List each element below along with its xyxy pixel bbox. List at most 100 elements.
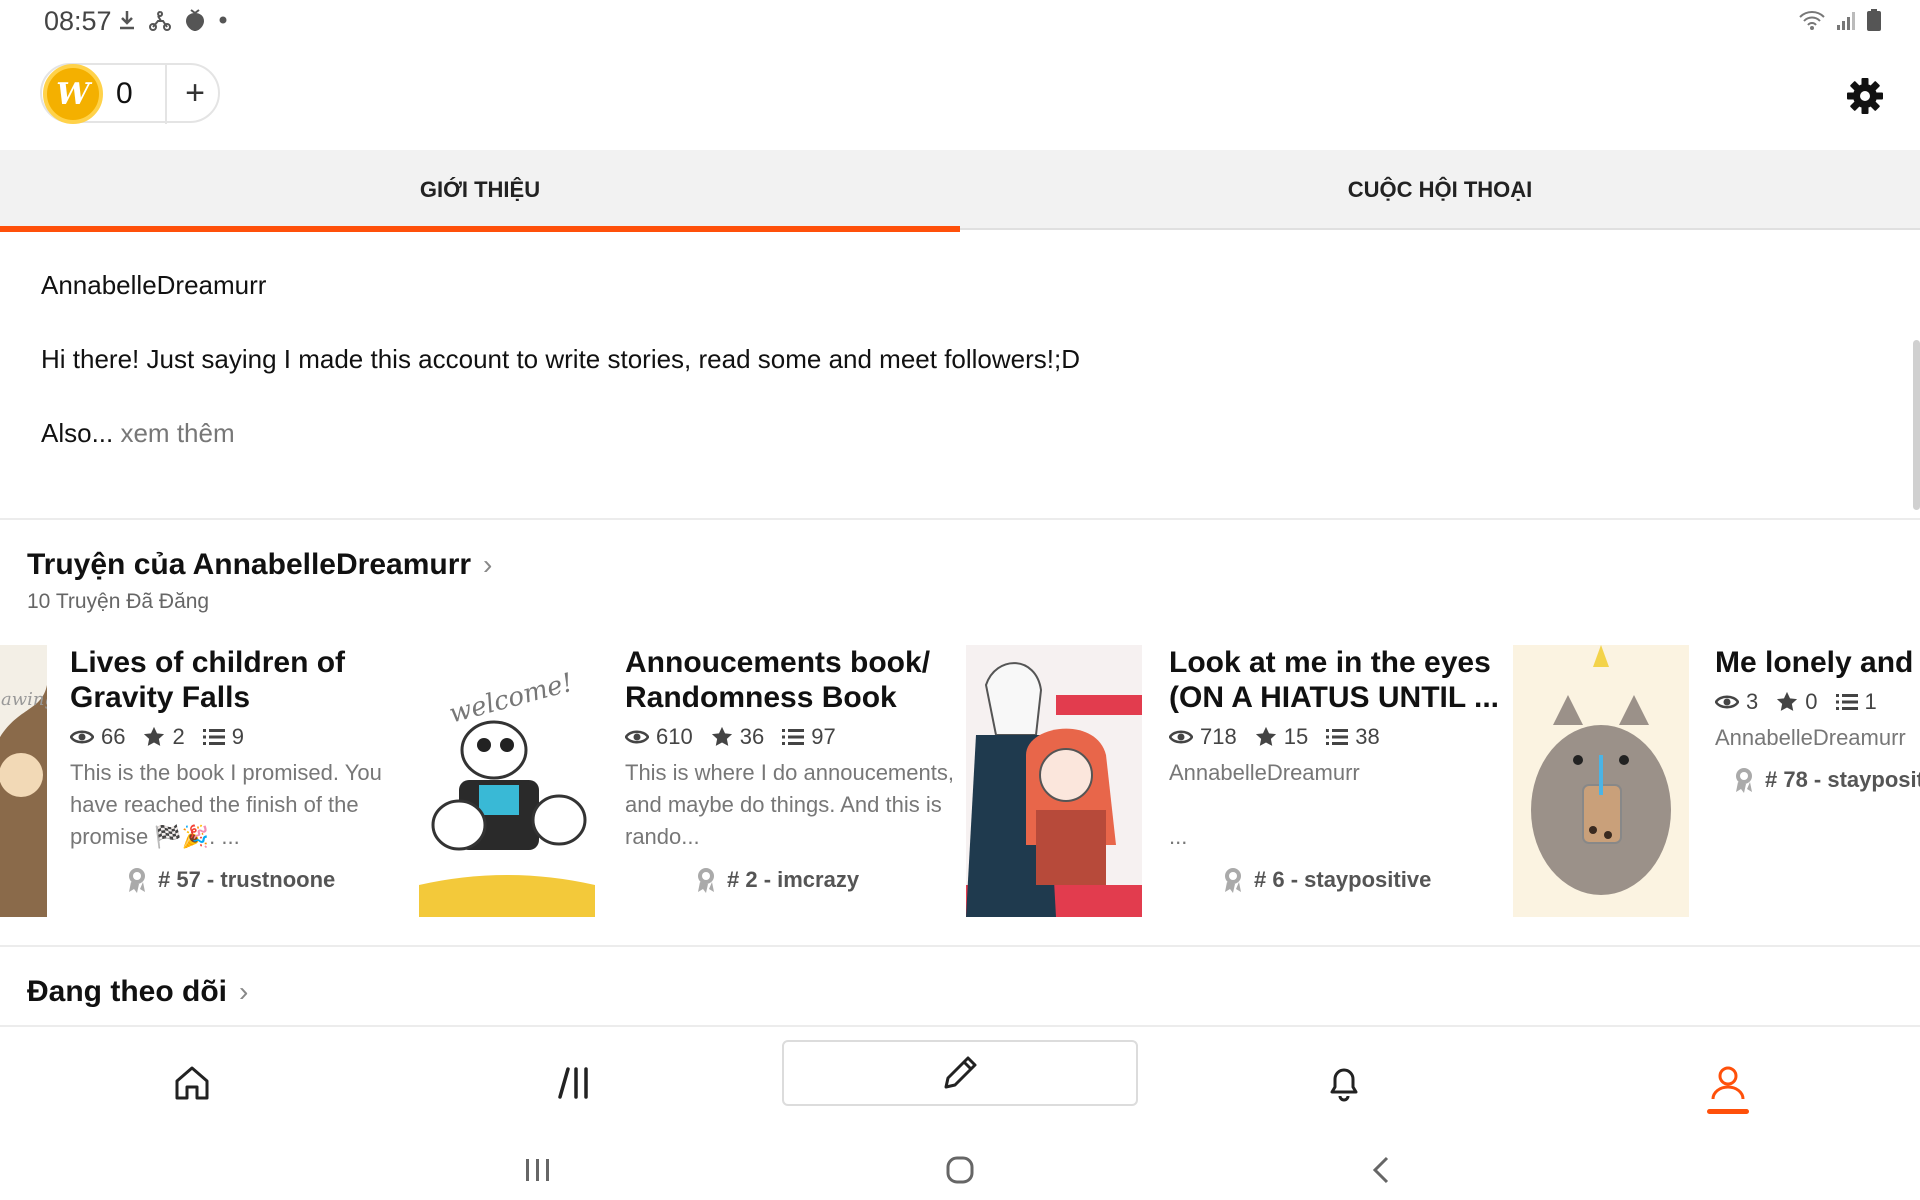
eye-icon bbox=[625, 730, 649, 744]
rank-text: # 2 - imcrazy bbox=[727, 867, 860, 892]
status-bar: 08:57 bbox=[0, 0, 1920, 44]
list-icon bbox=[1835, 694, 1858, 710]
tab-conversations-label: CUỘC HỘI THOẠI bbox=[1347, 177, 1533, 202]
following-section-title: Đang theo dõi bbox=[27, 975, 227, 1008]
nav-home[interactable] bbox=[0, 1027, 384, 1139]
story-info: Lives of children of Gravity Falls 66 2 … bbox=[70, 645, 400, 853]
story-description: ... bbox=[1169, 824, 1188, 849]
stories-section-header[interactable]: Truyện của AnnabelleDreamurr › bbox=[27, 548, 492, 582]
story-card[interactable]: Me lonely and l 3 0 1 AnnabelleDreamurr bbox=[1513, 645, 1920, 917]
votes-stat: 2 bbox=[143, 724, 185, 750]
list-icon bbox=[782, 729, 805, 745]
story-card[interactable]: Look at me in the eyes (ON A HIATUS UNTI… bbox=[966, 645, 1511, 917]
story-info: Look at me in the eyes (ON A HIATUS UNTI… bbox=[1169, 645, 1499, 853]
bell-icon bbox=[1330, 1068, 1358, 1102]
rank-text: # 6 - staypositive bbox=[1254, 867, 1432, 892]
tab-about[interactable]: GIỚI THIỆU bbox=[0, 150, 960, 232]
coin-count: 0 bbox=[116, 77, 133, 110]
story-rank: # 2 - imcrazy bbox=[695, 867, 859, 893]
back-button[interactable] bbox=[1352, 1148, 1412, 1192]
parts-stat: 9 bbox=[202, 724, 244, 750]
strawberry-app-icon bbox=[186, 9, 204, 31]
reads-count: 66 bbox=[101, 724, 126, 749]
active-tab-indicator bbox=[1707, 1109, 1749, 1114]
recent-apps-button[interactable] bbox=[508, 1148, 568, 1192]
reads-count: 718 bbox=[1200, 724, 1237, 749]
profile-username: AnnabelleDreamurr bbox=[41, 270, 267, 300]
back-chevron-icon bbox=[1372, 1156, 1389, 1184]
parts-stat: 38 bbox=[1326, 724, 1380, 750]
nav-notifications[interactable] bbox=[1152, 1027, 1536, 1139]
download-icon bbox=[120, 11, 134, 30]
story-author: AnnabelleDreamurr bbox=[1169, 760, 1360, 785]
system-navigation-bar bbox=[0, 1140, 1920, 1200]
rank-text: # 57 - trustnoone bbox=[158, 867, 336, 892]
votes-count: 0 bbox=[1805, 689, 1818, 714]
story-rank: # 78 - staypositi bbox=[1733, 767, 1920, 793]
svg-text:awing: awing bbox=[1, 689, 47, 710]
star-icon bbox=[144, 726, 165, 746]
list-icon bbox=[1326, 729, 1349, 745]
parts-stat: 97 bbox=[782, 724, 836, 750]
reads-stat: 610 bbox=[625, 724, 693, 750]
star-icon bbox=[1777, 691, 1798, 711]
story-card[interactable]: welcome! Annoucements book/ Randomness B… bbox=[419, 645, 964, 917]
bio-truncated-text: Also... bbox=[41, 418, 114, 448]
nav-profile[interactable] bbox=[1536, 1027, 1920, 1139]
parts-count: 1 bbox=[1864, 689, 1877, 714]
wifi-icon bbox=[1799, 11, 1825, 30]
story-info: Annoucements book/ Randomness Book 610 3… bbox=[625, 645, 955, 853]
stories-section-title: Truyện của AnnabelleDreamurr bbox=[27, 548, 472, 581]
see-more-link[interactable]: xem thêm bbox=[113, 418, 234, 448]
story-card[interactable]: awing Lives of children of Gravity Falls… bbox=[0, 645, 431, 917]
story-cover-image: welcome! bbox=[419, 645, 595, 917]
story-stats: 718 15 38 bbox=[1169, 721, 1499, 753]
stories-carousel[interactable]: awing Lives of children of Gravity Falls… bbox=[0, 645, 1920, 920]
story-title: Me lonely and l bbox=[1715, 646, 1920, 679]
following-section-header[interactable]: Đang theo dõi › bbox=[27, 975, 248, 1009]
scrollbar[interactable] bbox=[1913, 340, 1920, 510]
rank-badge-icon bbox=[1225, 868, 1241, 893]
story-cover-image bbox=[966, 645, 1142, 917]
stories-count: 10 Truyện Đã Đăng bbox=[27, 590, 210, 613]
reads-count: 610 bbox=[656, 724, 693, 749]
story-description: This is the book I promised. You have re… bbox=[70, 760, 382, 849]
tab-about-label: GIỚI THIỆU bbox=[419, 177, 541, 202]
status-icons-right bbox=[1798, 8, 1882, 32]
parts-stat: 1 bbox=[1835, 689, 1877, 715]
library-icon bbox=[558, 1067, 588, 1099]
story-info: Me lonely and l 3 0 1 AnnabelleDreamurr bbox=[1715, 645, 1920, 758]
signal-icon bbox=[1837, 12, 1855, 30]
nav-write[interactable] bbox=[782, 1040, 1138, 1106]
profile-bio-truncated: Also... xem thêm bbox=[41, 418, 235, 449]
rank-badge-icon bbox=[1736, 768, 1752, 793]
profile-tabs: GIỚI THIỆU CUỘC HỘI THOẠI bbox=[0, 150, 1920, 232]
star-icon bbox=[711, 726, 732, 746]
nav-library[interactable] bbox=[384, 1027, 768, 1139]
reads-stat: 718 bbox=[1169, 724, 1237, 750]
add-coins-button[interactable]: + bbox=[170, 65, 220, 121]
rank-text: # 78 - staypositi bbox=[1765, 767, 1920, 792]
tab-conversations[interactable]: CUỘC HỘI THOẠI bbox=[960, 150, 1920, 230]
parts-count: 97 bbox=[811, 724, 836, 749]
recent-apps-icon bbox=[526, 1159, 549, 1181]
profile-bio: Hi there! Just saying I made this accoun… bbox=[41, 344, 1081, 374]
dot-icon bbox=[219, 16, 227, 24]
votes-count: 2 bbox=[172, 724, 185, 749]
story-stats: 610 36 97 bbox=[625, 721, 955, 753]
eye-icon bbox=[1169, 730, 1193, 744]
coin-balance-pill[interactable]: W 0 + bbox=[40, 63, 220, 124]
reads-stat: 3 bbox=[1715, 689, 1758, 715]
eye-icon bbox=[70, 730, 94, 744]
parts-count: 38 bbox=[1355, 724, 1380, 749]
votes-count: 15 bbox=[1283, 724, 1309, 749]
section-divider bbox=[0, 518, 1920, 520]
coin-divider bbox=[165, 64, 167, 124]
reads-count: 3 bbox=[1746, 689, 1759, 714]
home-circle-icon bbox=[946, 1156, 974, 1184]
home-system-button[interactable] bbox=[930, 1148, 990, 1192]
votes-stat: 36 bbox=[711, 724, 764, 750]
story-stats: 3 0 1 bbox=[1715, 686, 1920, 718]
settings-button[interactable] bbox=[1845, 76, 1885, 116]
story-author: AnnabelleDreamurr bbox=[1715, 725, 1906, 750]
